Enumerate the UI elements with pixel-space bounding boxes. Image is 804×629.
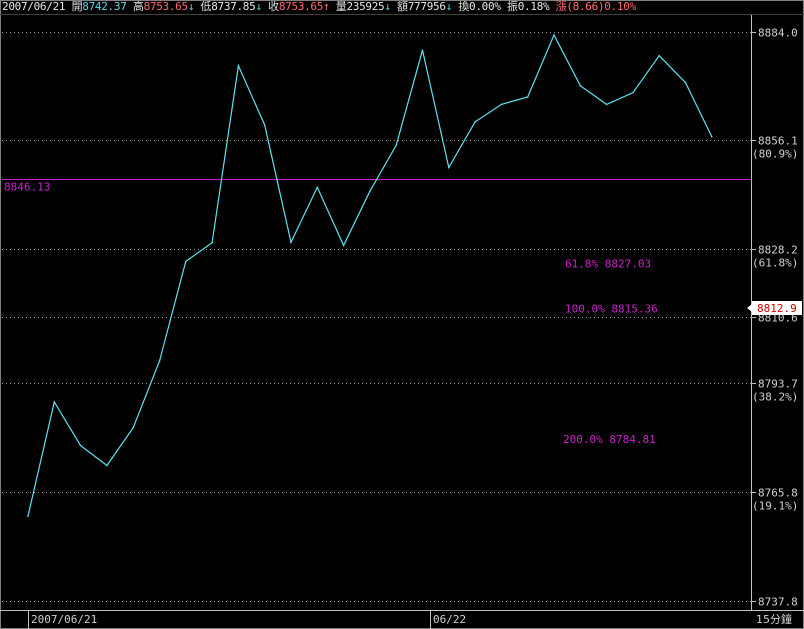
- data-point: [342, 244, 345, 247]
- data-point: [474, 121, 476, 123]
- fib-annotation: 100.0% 8815.36: [565, 302, 658, 315]
- data-point: [526, 96, 529, 98]
- y-tick-label: 8765.8: [758, 487, 798, 500]
- data-point: [237, 65, 240, 67]
- interval-label: 15分鐘: [756, 612, 792, 626]
- y-tick-label: 8793.7: [758, 378, 798, 391]
- data-point: [553, 34, 555, 36]
- y-tick-label: 8884.0: [758, 27, 798, 40]
- current-price-pointer-icon: [747, 304, 752, 312]
- data-point: [632, 91, 634, 94]
- data-point: [605, 103, 608, 106]
- data-point: [684, 81, 687, 84]
- data-point: [395, 144, 398, 147]
- price-chart[interactable]: 8884.08856.1(80.9%)8828.2(61.8%)8810.687…: [0, 0, 804, 629]
- data-point: [369, 190, 371, 192]
- fib-annotation: 61.8% 8827.03: [565, 258, 651, 271]
- data-point: [132, 426, 134, 429]
- y-tick-pct-label: (19.1%): [752, 500, 798, 513]
- data-point: [579, 84, 582, 87]
- current-price-value: 8812.9: [757, 302, 797, 315]
- data-point: [185, 260, 187, 263]
- data-point: [27, 515, 29, 517]
- data-point: [79, 444, 82, 447]
- y-tick-pct-label: (38.2%): [752, 391, 798, 404]
- data-point: [290, 241, 292, 244]
- data-point: [448, 166, 450, 169]
- y-tick-pct-label: (61.8%): [752, 257, 798, 270]
- data-point: [316, 186, 319, 189]
- data-point: [421, 49, 424, 51]
- y-tick-label: 8856.1: [758, 135, 798, 148]
- chart-frame: [0, 0, 804, 629]
- data-point: [263, 124, 266, 126]
- horizontal-level-label: 8846.13: [4, 181, 50, 194]
- x-tick-label: 06/22: [433, 613, 466, 626]
- data-point: [500, 103, 503, 106]
- data-point: [711, 135, 713, 138]
- x-tick-label: 2007/06/21: [31, 613, 97, 626]
- data-point: [211, 241, 213, 244]
- y-tick-pct-label: (80.9%): [752, 148, 798, 161]
- y-tick-label: 8737.8: [758, 596, 798, 609]
- data-point: [658, 54, 660, 57]
- y-tick-label: 8828.2: [758, 244, 798, 257]
- data-point: [106, 464, 108, 467]
- data-point: [53, 401, 56, 403]
- fib-annotation: 200.0% 8784.81: [563, 433, 656, 446]
- data-point: [158, 360, 161, 362]
